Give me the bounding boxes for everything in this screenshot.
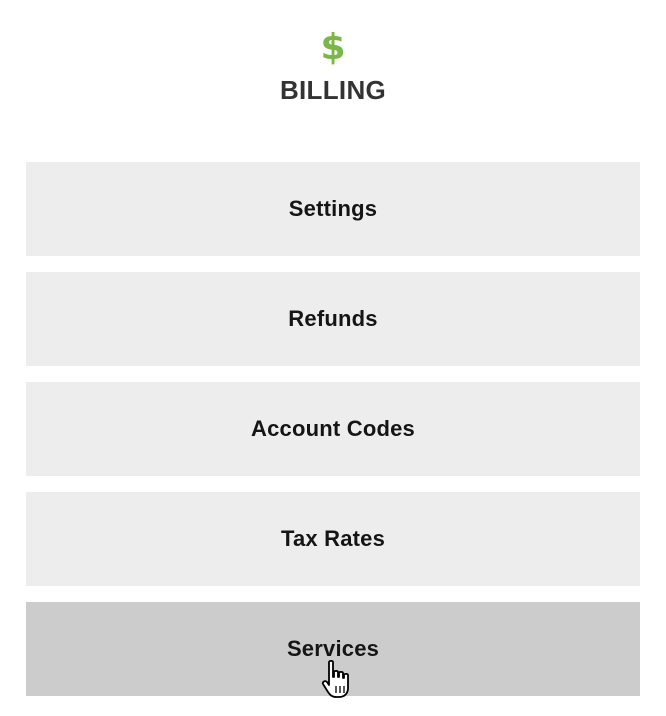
- page-title: BILLING: [279, 75, 387, 105]
- menu-item-settings[interactable]: Settings: [26, 162, 640, 256]
- menu-item-refunds[interactable]: Refunds: [26, 272, 640, 366]
- menu-item-label: Settings: [288, 196, 378, 221]
- menu-item-label: Services: [286, 636, 380, 661]
- menu-item-services[interactable]: Services: [26, 602, 640, 696]
- menu-item-account-codes[interactable]: Account Codes: [26, 382, 640, 476]
- billing-menu: Settings Refunds Account Codes Tax Rates…: [26, 162, 640, 712]
- menu-item-label: Refunds: [288, 306, 378, 331]
- menu-item-tax-rates[interactable]: Tax Rates: [26, 492, 640, 586]
- menu-item-label: Account Codes: [251, 416, 415, 441]
- billing-header: $ BILLING: [0, 0, 666, 130]
- menu-item-label: Tax Rates: [280, 526, 386, 551]
- dollar-icon: $: [320, 27, 346, 68]
